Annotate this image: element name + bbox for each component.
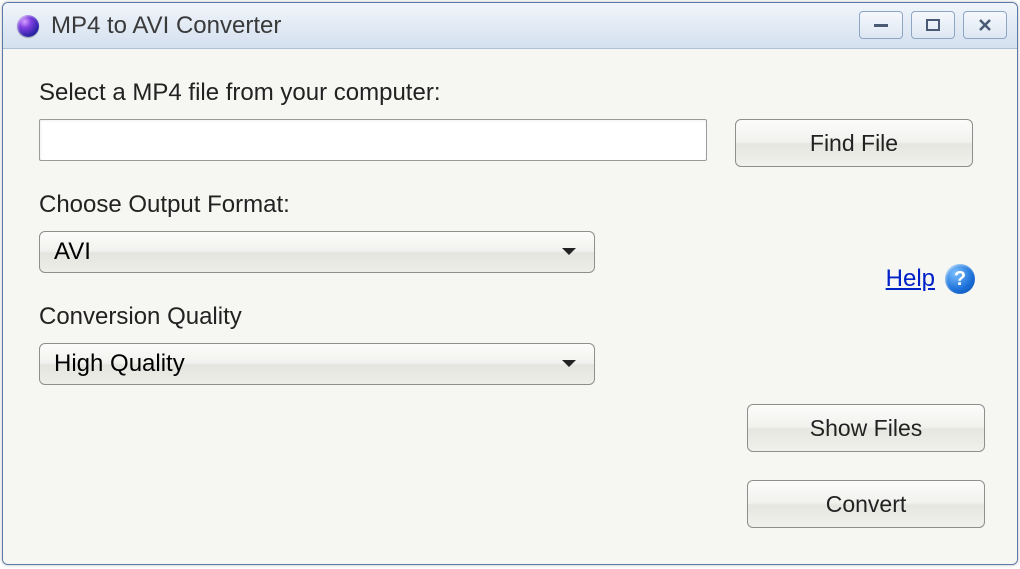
window-title: MP4 to AVI Converter xyxy=(51,12,281,40)
app-icon xyxy=(17,15,39,37)
close-button[interactable] xyxy=(963,11,1007,39)
quality-value: High Quality xyxy=(54,350,185,378)
minimize-button[interactable] xyxy=(859,11,903,39)
minimize-icon xyxy=(873,20,889,30)
output-format-value: AVI xyxy=(54,238,91,266)
application-window: MP4 to AVI Converter Select a MP4 file f… xyxy=(2,2,1018,565)
quality-section: Conversion Quality High Quality xyxy=(39,303,985,385)
output-format-select[interactable]: AVI xyxy=(39,231,595,273)
window-controls xyxy=(859,11,1007,39)
help-area: Help ? xyxy=(886,264,975,294)
file-path-input[interactable] xyxy=(39,119,707,161)
find-file-button[interactable]: Find File xyxy=(735,119,973,167)
output-format-section: Choose Output Format: AVI xyxy=(39,191,985,273)
convert-button[interactable]: Convert xyxy=(747,480,985,528)
select-file-label: Select a MP4 file from your computer: xyxy=(39,79,985,107)
action-buttons: Show Files Convert xyxy=(747,404,985,528)
titlebar: MP4 to AVI Converter xyxy=(3,3,1017,49)
help-icon[interactable]: ? xyxy=(945,264,975,294)
maximize-button[interactable] xyxy=(911,11,955,39)
client-area: Select a MP4 file from your computer: Fi… xyxy=(3,49,1017,564)
maximize-icon xyxy=(926,19,940,31)
quality-label: Conversion Quality xyxy=(39,303,985,331)
show-files-button[interactable]: Show Files xyxy=(747,404,985,452)
help-link[interactable]: Help xyxy=(886,265,935,293)
close-icon xyxy=(978,18,992,32)
file-row: Find File xyxy=(39,119,985,167)
output-format-label: Choose Output Format: xyxy=(39,191,985,219)
quality-select[interactable]: High Quality xyxy=(39,343,595,385)
